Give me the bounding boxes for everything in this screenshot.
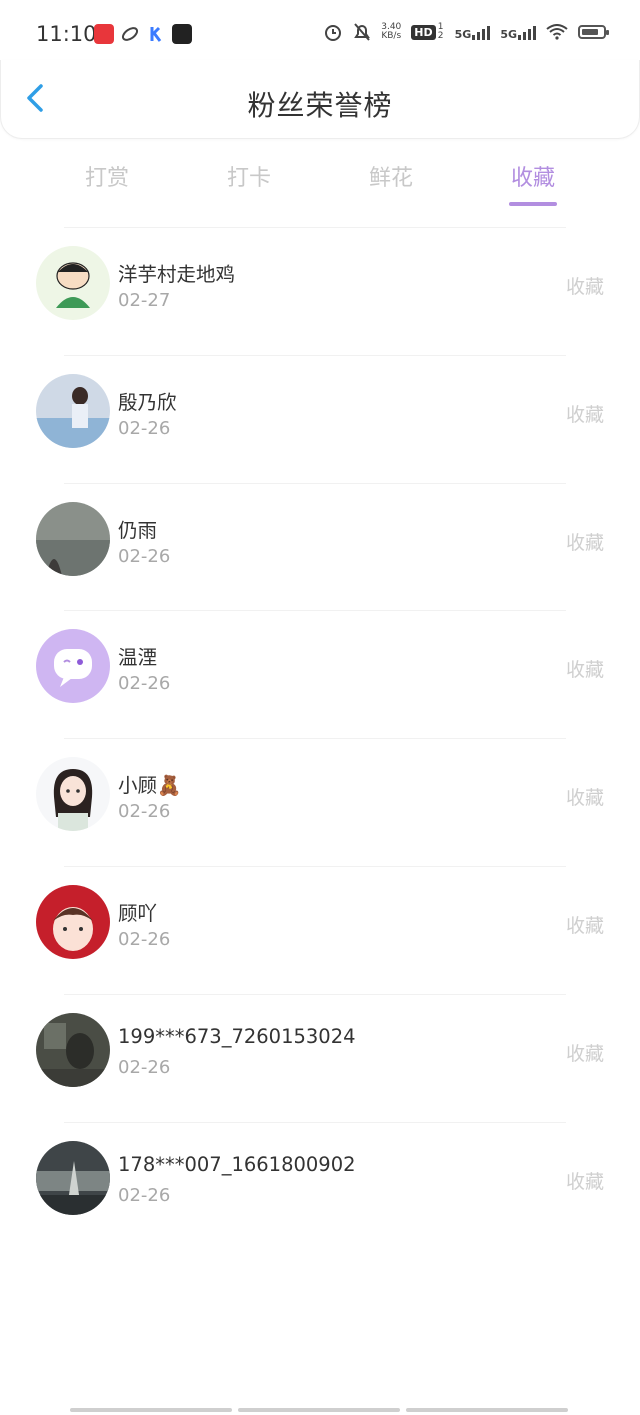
home-indicator-segment (70, 1408, 232, 1412)
row-divider (64, 738, 566, 740)
list-item[interactable]: 小顾🧸 02-26 收藏 (0, 731, 640, 859)
row-divider (64, 1121, 566, 1123)
favorite-action[interactable]: 收藏 (566, 400, 604, 427)
net-speed: 3.40 KB/s (381, 21, 402, 41)
tab-checkin[interactable]: 打卡 (178, 160, 320, 192)
fan-name: 小顾🧸 (118, 774, 182, 798)
fan-name: 洋芋村走地鸡 (118, 263, 236, 286)
signal-5g-2: 5G (500, 24, 536, 40)
favorite-action[interactable]: 收藏 (566, 655, 604, 682)
list-item[interactable]: 殷乃欣 02-26 收藏 (0, 348, 640, 476)
fan-date: 02-26 (118, 673, 171, 695)
fan-name: 温湮 (118, 646, 158, 670)
favorite-action[interactable]: 收藏 (566, 911, 604, 938)
news-app-icon (172, 24, 192, 44)
fan-date: 02-26 (118, 417, 171, 439)
row-divider (64, 610, 566, 612)
signal-5g-1: 5G (455, 24, 491, 40)
tab-flowers[interactable]: 鲜花 (320, 160, 462, 192)
mute-bell-icon (354, 23, 371, 41)
fan-name: 仍雨 (118, 518, 158, 542)
avatar[interactable] (36, 1012, 110, 1087)
fan-date: 02-27 (118, 290, 171, 311)
link-app-icon (120, 24, 140, 44)
home-indicator-segment (406, 1408, 568, 1412)
fan-name: 殷乃欣 (118, 390, 177, 414)
fan-list: 洋芋村走地鸡 02-27 收藏 殷乃欣 02-26 收藏 仍雨 02-26 收藏… (0, 220, 640, 1242)
list-item[interactable]: 洋芋村走地鸡 02-27 收藏 (0, 220, 640, 348)
fan-date: 02-26 (118, 1056, 171, 1078)
battery-icon (578, 25, 609, 39)
avatar[interactable] (36, 884, 110, 959)
favorite-action[interactable]: 收藏 (566, 1167, 604, 1194)
favorite-action[interactable]: 收藏 (566, 783, 604, 810)
row-divider (64, 993, 566, 995)
fan-date: 02-26 (118, 1184, 171, 1206)
tab-reward[interactable]: 打赏 (36, 160, 178, 192)
k-app-icon (146, 24, 166, 44)
avatar[interactable] (36, 373, 110, 448)
shopping-app-icon (94, 24, 114, 44)
row-divider (64, 482, 566, 484)
list-item[interactable]: 仍雨 02-26 收藏 (0, 476, 640, 604)
row-divider (64, 865, 566, 867)
favorite-action[interactable]: 收藏 (566, 528, 604, 555)
row-divider (64, 227, 566, 228)
avatar[interactable] (36, 629, 110, 704)
list-item[interactable]: 178***007_1661800902 02-26 收藏 (0, 1115, 640, 1243)
avatar[interactable] (36, 501, 110, 576)
top-header: 粉丝荣誉榜 (0, 60, 640, 139)
avatar[interactable] (36, 757, 110, 832)
avatar[interactable] (36, 246, 110, 320)
fan-date: 02-26 (118, 545, 171, 567)
active-tab-indicator (509, 202, 557, 206)
home-indicator (70, 1408, 568, 1412)
fan-date: 02-26 (118, 928, 171, 950)
hd-indicator: HD 1 2 (411, 22, 444, 42)
fan-name: 顾吖 (118, 901, 158, 925)
favorite-action[interactable]: 收藏 (566, 272, 604, 299)
fan-name: 178***007_1661800902 (118, 1152, 356, 1176)
tab-bar: 打赏 打卡 鲜花 收藏 (36, 150, 604, 210)
avatar[interactable] (36, 1140, 110, 1215)
list-item[interactable]: 温湮 02-26 收藏 (0, 603, 640, 731)
tab-favorites[interactable]: 收藏 (462, 160, 604, 192)
page-title: 粉丝荣誉榜 (247, 89, 393, 122)
row-divider (64, 354, 566, 356)
list-item[interactable]: 199***673_7260153024 02-26 收藏 (0, 987, 640, 1115)
alarm-icon (325, 25, 342, 41)
list-item[interactable]: 顾吖 02-26 收藏 (0, 859, 640, 987)
fan-name: 199***673_7260153024 (118, 1024, 356, 1048)
favorite-action[interactable]: 收藏 (566, 1039, 604, 1066)
wifi-icon (546, 24, 568, 40)
home-indicator-segment (238, 1408, 400, 1412)
fan-date: 02-26 (118, 801, 171, 823)
status-time: 11:10 (36, 22, 97, 46)
